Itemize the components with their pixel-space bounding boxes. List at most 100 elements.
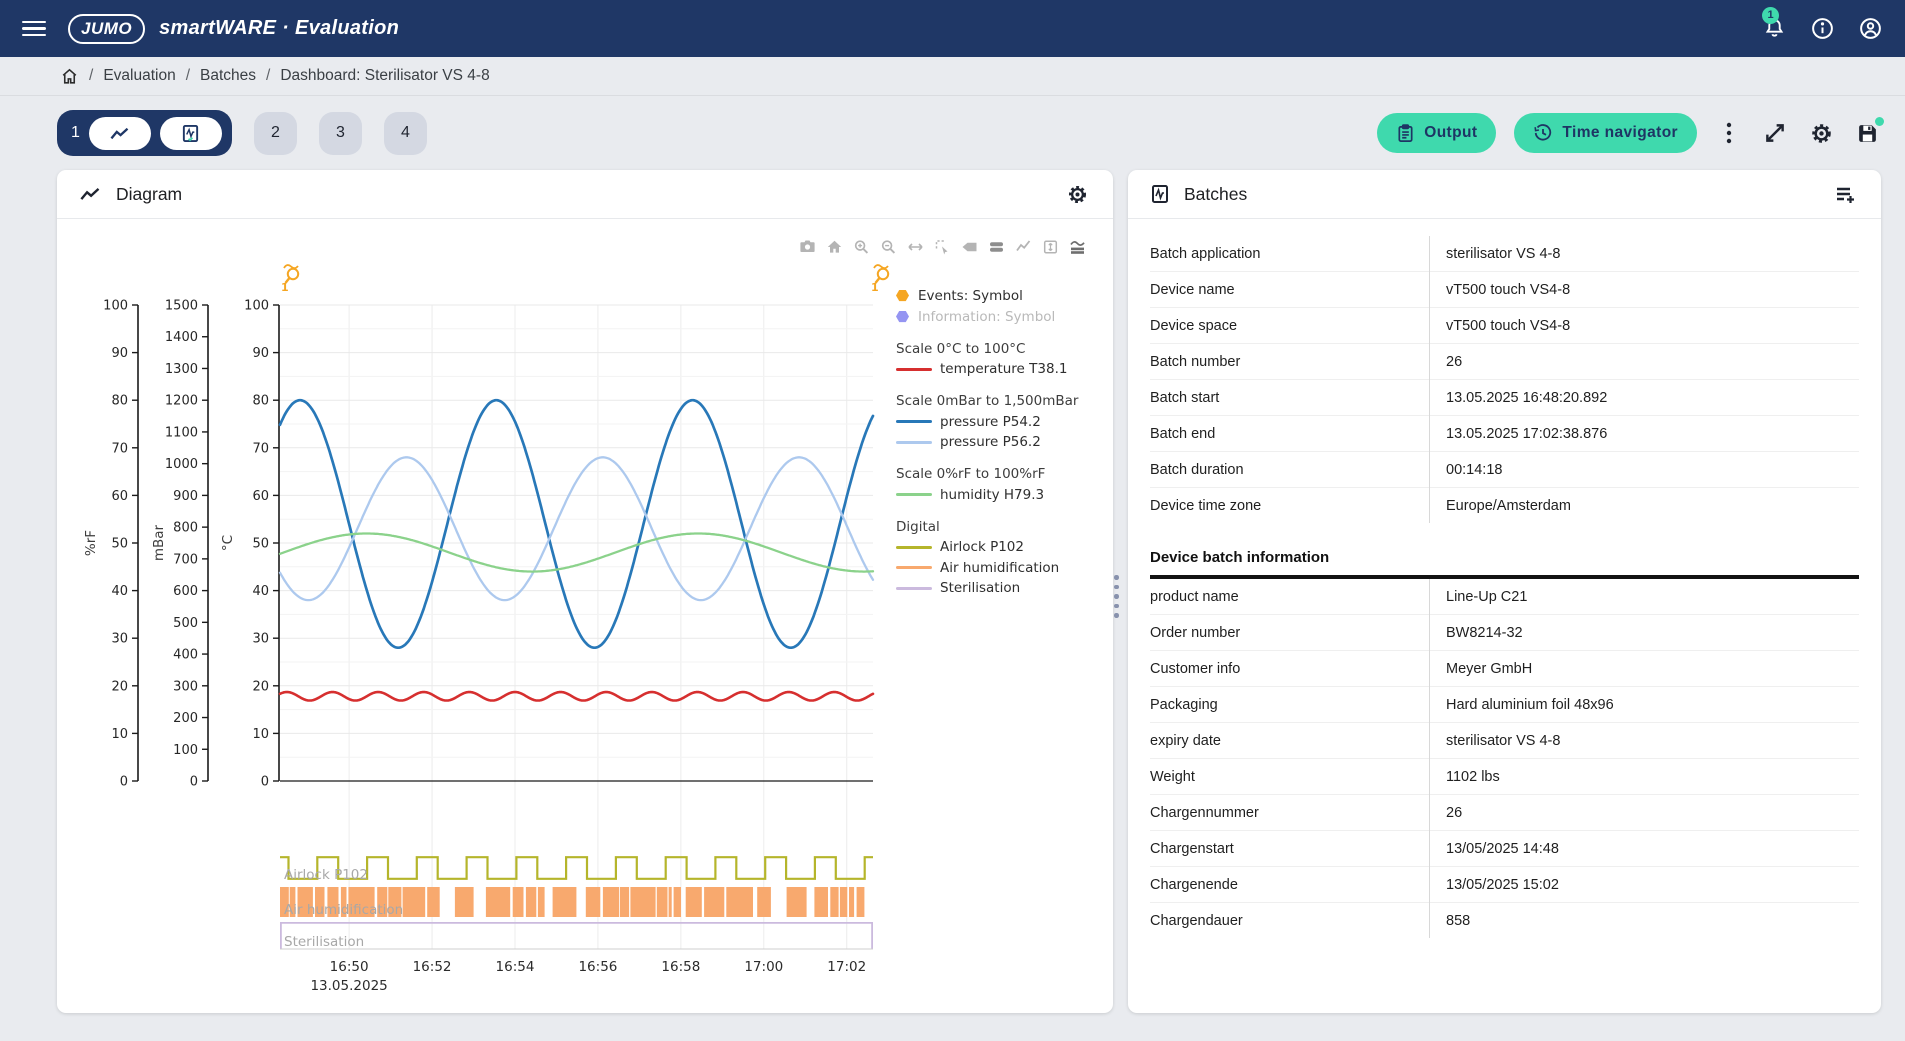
line-chart-icon xyxy=(79,186,102,202)
add-to-list-icon[interactable] xyxy=(1831,180,1859,208)
account-icon[interactable] xyxy=(1857,16,1883,42)
legend-label: Sterilisation xyxy=(940,580,1020,596)
output-button[interactable]: Output xyxy=(1377,113,1496,153)
zoom-in-icon[interactable] xyxy=(852,239,870,255)
batch-summary-row: Batch start13.05.2025 16:48:20.892 xyxy=(1150,380,1859,416)
batch-summary-row: Device namevT500 touch VS4-8 xyxy=(1150,272,1859,308)
zoom-level-badge[interactable]: 1 xyxy=(279,261,303,293)
row-value: Europe/Amsterdam xyxy=(1430,488,1860,524)
spikeline-icon[interactable] xyxy=(1041,239,1059,255)
svg-text:17:00: 17:00 xyxy=(744,959,783,975)
time-navigator-button[interactable]: Time navigator xyxy=(1514,113,1697,153)
legend-symbol-item[interactable]: Information: Symbol xyxy=(896,306,1110,327)
chart-legend: Events: SymbolInformation: Symbol Scale 0… xyxy=(896,285,1110,599)
more-options-kebab-icon[interactable] xyxy=(1715,119,1743,147)
batches-view-toggle[interactable] xyxy=(160,117,222,150)
svg-text:0: 0 xyxy=(120,775,128,790)
panel-resize-handle[interactable] xyxy=(1114,575,1122,618)
tab-2[interactable]: 2 xyxy=(254,112,297,155)
svg-text:%rF: %rF xyxy=(83,530,99,556)
info-icon[interactable] xyxy=(1809,16,1835,42)
legend-item[interactable]: Air humidification xyxy=(896,558,1110,579)
legend-item[interactable]: humidity H79.3 xyxy=(896,485,1110,506)
hexagon-marker-icon xyxy=(896,290,909,302)
legend-item[interactable]: temperature T38.1 xyxy=(896,359,1110,380)
top-navbar: JUMO smartWARE · Evaluation 1 xyxy=(0,0,1905,57)
area-mode-icon[interactable] xyxy=(1068,239,1086,255)
svg-text:16:58: 16:58 xyxy=(661,959,700,975)
breadcrumb-item[interactable]: Evaluation xyxy=(103,67,175,85)
zoom-level-badge[interactable]: 1 xyxy=(869,261,893,293)
svg-text:17:02: 17:02 xyxy=(827,959,866,975)
svg-text:°C: °C xyxy=(220,535,236,551)
svg-text:13.05.2025: 13.05.2025 xyxy=(310,978,387,994)
row-label: Customer info xyxy=(1150,651,1430,687)
legend-toggle-icon[interactable] xyxy=(987,239,1005,255)
legend-group-header: Scale 0mBar to 1,500mBar xyxy=(896,391,1110,412)
tab-1-active[interactable]: 1 xyxy=(57,110,232,156)
diagram-panel-title: Diagram xyxy=(116,184,182,205)
row-label: Batch application xyxy=(1150,236,1430,272)
chart-area: 0102030405060708090100%rF010020030040050… xyxy=(57,219,1113,1014)
save-layout-icon[interactable] xyxy=(1853,119,1881,147)
unsaved-changes-dot xyxy=(1875,117,1884,126)
legend-group: Scale 0mBar to 1,500mBarpressure P54.2pr… xyxy=(896,391,1110,453)
svg-text:1: 1 xyxy=(871,281,879,293)
camera-icon[interactable] xyxy=(798,239,816,255)
legend-line-swatch xyxy=(896,368,932,371)
tab-3[interactable]: 3 xyxy=(319,112,362,155)
legend-item[interactable]: pressure P56.2 xyxy=(896,432,1110,453)
notifications-bell-icon[interactable]: 1 xyxy=(1761,16,1787,42)
row-label: Weight xyxy=(1150,759,1430,795)
row-label: Device name xyxy=(1150,272,1430,308)
home-icon[interactable] xyxy=(60,67,79,86)
home-icon[interactable] xyxy=(825,239,843,255)
hamburger-menu-icon[interactable] xyxy=(22,21,46,37)
breadcrumb-item[interactable]: Batches xyxy=(200,67,256,85)
legend-group: Scale 0%rF to 100%rFhumidity H79.3 xyxy=(896,464,1110,506)
legend-line-swatch xyxy=(896,441,932,444)
pan-icon[interactable] xyxy=(906,239,924,255)
row-value: 26 xyxy=(1430,344,1860,380)
device-batch-info-row: Weight1102 lbs xyxy=(1150,759,1859,795)
breadcrumb-separator: / xyxy=(266,67,270,85)
zoom-out-icon[interactable] xyxy=(879,239,897,255)
batches-panel: Batches Batch applicationsterilisator VS… xyxy=(1128,170,1881,1013)
svg-text:90: 90 xyxy=(252,346,269,361)
legend-item[interactable]: Sterilisation xyxy=(896,578,1110,599)
svg-text:mBar: mBar xyxy=(151,524,167,561)
legend-group-header: Scale 0%rF to 100%rF xyxy=(896,464,1110,485)
row-value: 26 xyxy=(1430,795,1860,831)
legend-item[interactable]: Airlock P102 xyxy=(896,537,1110,558)
svg-text:70: 70 xyxy=(111,441,128,456)
diagram-view-toggle[interactable] xyxy=(89,117,151,150)
row-value: 858 xyxy=(1430,903,1860,939)
breadcrumb-separator: / xyxy=(186,67,190,85)
legend-label: temperature T38.1 xyxy=(940,361,1067,377)
row-value: Line-Up C21 xyxy=(1430,579,1860,615)
legend-symbol-item[interactable]: Events: Symbol xyxy=(896,285,1110,306)
row-value: 13.05.2025 16:48:20.892 xyxy=(1430,380,1860,416)
line-chart-icon xyxy=(109,126,131,141)
device-batch-info-row: Chargenstart13/05/2025 14:48 xyxy=(1150,831,1859,867)
batch-summary-row: Batch number26 xyxy=(1150,344,1859,380)
legend-group: DigitalAirlock P102Air humidificationSte… xyxy=(896,516,1110,599)
svg-text:1200: 1200 xyxy=(165,394,198,409)
label-icon[interactable] xyxy=(960,239,978,255)
settings-gear-icon[interactable] xyxy=(1807,119,1835,147)
tab-4[interactable]: 4 xyxy=(384,112,427,155)
svg-text:100: 100 xyxy=(244,299,269,314)
row-label: Batch duration xyxy=(1150,452,1430,488)
svg-text:20: 20 xyxy=(252,679,269,694)
line-mode-icon[interactable] xyxy=(1014,239,1032,255)
legend-item[interactable]: pressure P54.2 xyxy=(896,412,1110,433)
legend-label: Air humidification xyxy=(940,560,1059,576)
row-value: 1102 lbs xyxy=(1430,759,1860,795)
fullscreen-expand-icon[interactable] xyxy=(1761,119,1789,147)
svg-text:50: 50 xyxy=(252,537,269,552)
select-icon[interactable] xyxy=(933,239,951,255)
diagram-settings-gear-icon[interactable] xyxy=(1063,180,1091,208)
jumo-logo: JUMO xyxy=(68,14,145,44)
svg-text:10: 10 xyxy=(111,727,128,742)
svg-text:50: 50 xyxy=(111,537,128,552)
